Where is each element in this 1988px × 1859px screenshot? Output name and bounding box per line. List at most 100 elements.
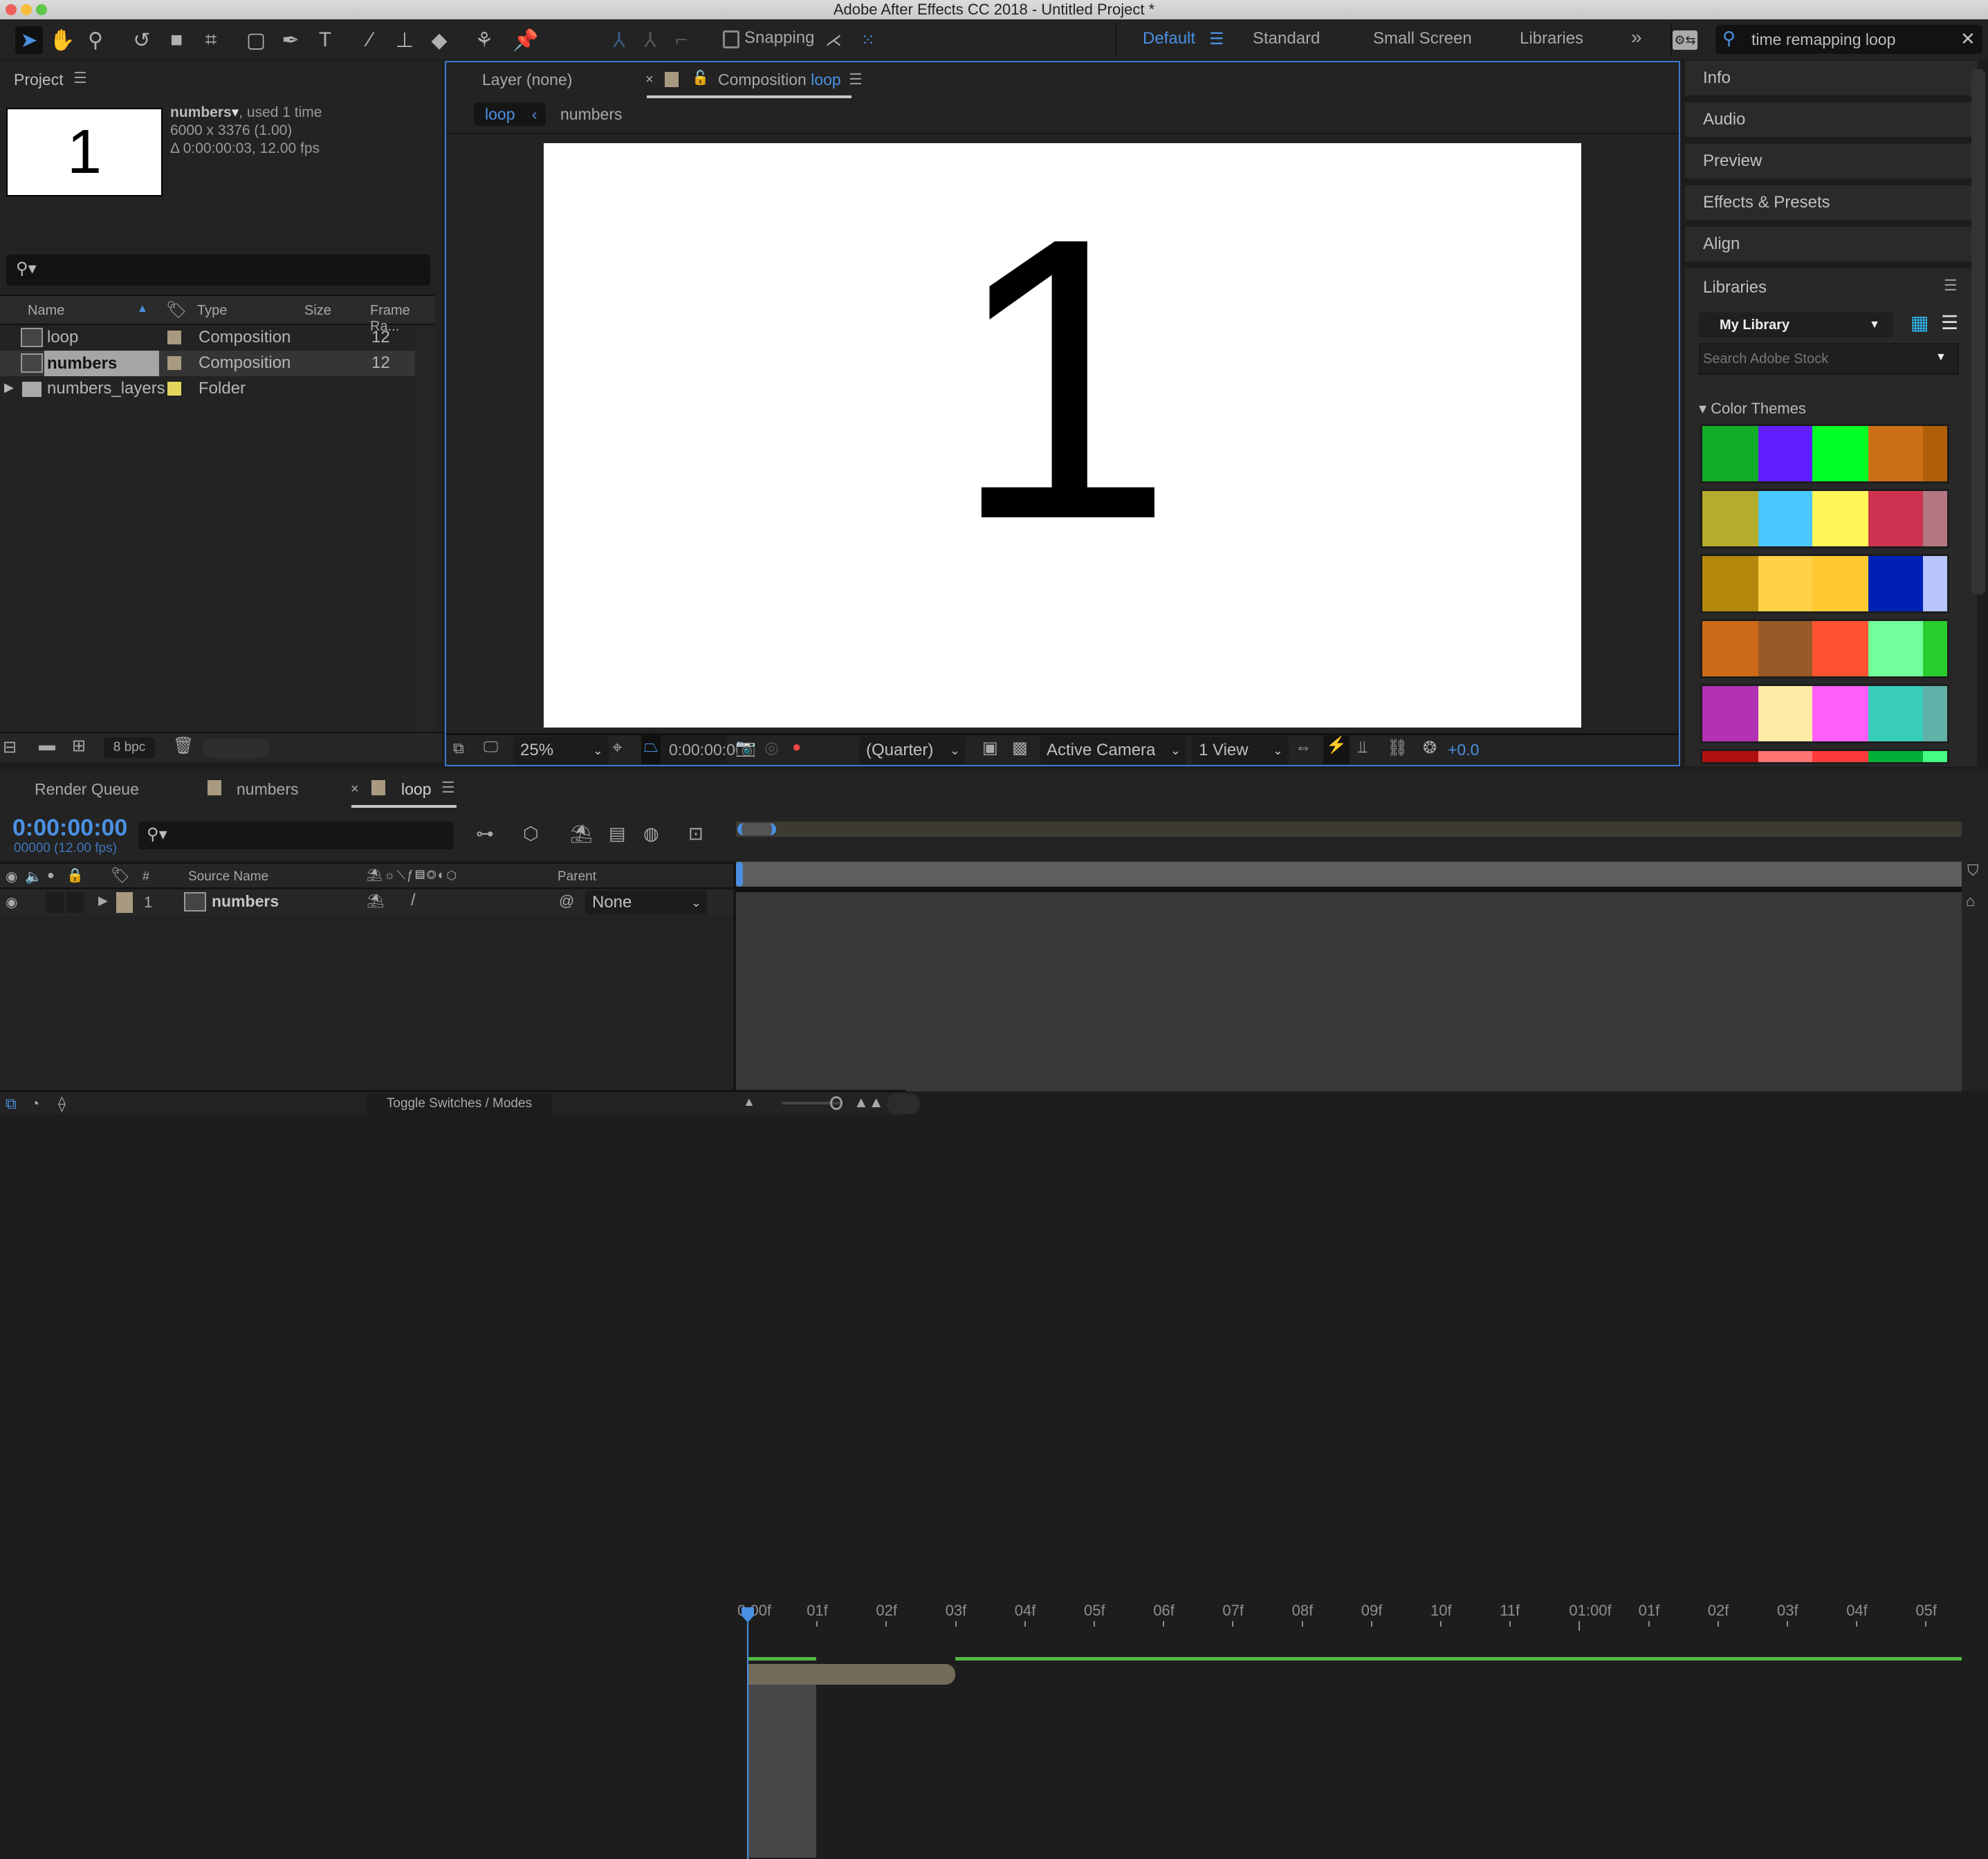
color-theme[interactable]	[1700, 684, 1949, 743]
zoom-in-icon[interactable]: ▲▲	[854, 1093, 884, 1111]
playhead-handle[interactable]	[742, 1607, 754, 1622]
info-dropdown-icon[interactable]: ▾	[232, 104, 239, 120]
trash-icon[interactable]: 🗑	[173, 736, 194, 756]
composition-canvas[interactable]: 1	[544, 143, 1581, 728]
resolution-dropdown[interactable]: (Quarter) ⌄	[859, 737, 966, 764]
region-of-interest-icon[interactable]: ▣	[982, 738, 998, 758]
column-name[interactable]: Name	[28, 303, 64, 319]
expand-folder-icon[interactable]: ▶	[4, 380, 14, 395]
pickwhip-icon[interactable]: @	[559, 892, 574, 910]
column-size[interactable]: Size	[304, 303, 331, 319]
snap-feature-icon[interactable]: ⋌	[820, 26, 847, 54]
project-scrollbar[interactable]	[415, 325, 434, 754]
pen-tool-icon[interactable]: ✒	[277, 26, 304, 54]
draft-3d-icon[interactable]: ⬡	[523, 823, 539, 844]
expand-layer-icon[interactable]: ▶	[98, 894, 108, 908]
panel-menu-icon[interactable]: ☰	[441, 779, 455, 797]
sync-settings-icon[interactable]: ⚙⇆	[1673, 30, 1697, 50]
minimize-window-button[interactable]	[21, 4, 32, 15]
close-tab-icon[interactable]: ×	[351, 781, 359, 797]
close-tab-icon[interactable]: ×	[645, 72, 654, 88]
composition-mini-flowchart-icon[interactable]: ⊶	[476, 823, 494, 844]
layer-switches-pane-icon[interactable]: ⧉	[6, 1095, 17, 1113]
exposure-icon[interactable]: ❂	[1423, 738, 1437, 758]
clone-stamp-tool-icon[interactable]: ⊥	[391, 26, 418, 54]
color-theme[interactable]	[1700, 619, 1949, 678]
world-axis-icon[interactable]: ⅄	[636, 26, 664, 54]
libraries-title[interactable]: Libraries	[1703, 278, 1767, 297]
project-item-loop[interactable]: loop Composition 12 ⛓	[0, 325, 437, 351]
shy-switch-icon[interactable]: ⛱	[367, 892, 384, 909]
search-options-icon[interactable]: ▼	[1935, 351, 1946, 364]
lock-icon[interactable]: 🔓	[692, 69, 709, 86]
tab-render-queue[interactable]: Render Queue	[35, 780, 139, 799]
label-color-swatch[interactable]	[167, 382, 181, 396]
parent-dropdown[interactable]: None ⌄	[585, 891, 707, 914]
layer-row[interactable]: ◉ ▶ 1 numbers ⛱ / @ None ⌄	[0, 889, 736, 916]
solo-switch-icon[interactable]: ●	[47, 868, 55, 882]
panel-align[interactable]: Align	[1685, 227, 1977, 267]
project-panel-title[interactable]: Project	[14, 71, 64, 89]
maximize-window-button[interactable]	[36, 4, 47, 15]
mask-visibility-icon[interactable]: ⏢	[641, 735, 661, 764]
local-axis-icon[interactable]: ⅄	[605, 26, 633, 54]
tab-numbers[interactable]: numbers	[237, 780, 298, 799]
color-theme[interactable]	[1700, 424, 1949, 483]
project-item-numbers-layers[interactable]: ▶ numbers_layers Folder	[0, 376, 415, 402]
always-preview-icon[interactable]: ⧉	[453, 739, 464, 757]
tab-loop[interactable]: loop	[401, 780, 431, 799]
color-theme[interactable]	[1700, 554, 1949, 613]
list-view-icon[interactable]: ☰	[1941, 311, 1958, 334]
video-switch-icon[interactable]: ◉	[6, 868, 17, 885]
workspace-menu-icon[interactable]: ☰	[1209, 29, 1224, 49]
zoom-out-icon[interactable]: ▲	[743, 1095, 755, 1109]
camera-view-dropdown[interactable]: Active Camera ⌄	[1040, 737, 1186, 764]
panel-info[interactable]: Info	[1685, 61, 1977, 101]
motion-blur-icon[interactable]: ◍	[643, 823, 659, 844]
layer-name[interactable]: numbers	[212, 892, 279, 911]
library-dropdown[interactable]: My Library ▼	[1699, 313, 1893, 337]
tab-layer[interactable]: Layer (none)	[482, 71, 572, 89]
rotate-tool-icon[interactable]: ↺	[128, 26, 156, 54]
frame-blending-icon[interactable]: ▤	[609, 823, 626, 844]
workspace-overflow-icon[interactable]: »	[1631, 26, 1642, 48]
view-axis-icon[interactable]: ⌐	[668, 26, 695, 54]
workspace-libraries[interactable]: Libraries	[1520, 29, 1583, 48]
panel-audio[interactable]: Audio	[1685, 102, 1977, 142]
stock-search-input[interactable]: Search Adobe Stock ▼	[1699, 343, 1959, 375]
panel-menu-icon[interactable]: ☰	[1944, 277, 1958, 295]
interpret-footage-icon[interactable]: ⊟	[3, 737, 17, 757]
fast-previews-icon[interactable]: ⚡	[1323, 735, 1350, 764]
workspace-standard[interactable]: Standard	[1253, 29, 1320, 48]
breadcrumb-loop[interactable]: loop ‹	[474, 102, 546, 126]
toggle-pixel-aspect-icon[interactable]: ⇔	[1295, 738, 1311, 757]
panel-effects-presets[interactable]: Effects & Presets	[1685, 185, 1977, 225]
column-source-name[interactable]: Source Name	[188, 869, 268, 885]
audio-switch-icon[interactable]: 🔈	[25, 868, 42, 885]
project-item-numbers[interactable]: numbers Composition 12	[0, 351, 415, 376]
work-area-bar[interactable]	[736, 862, 1962, 887]
solo-toggle[interactable]	[46, 892, 64, 913]
time-navigator-handle[interactable]	[737, 823, 776, 835]
help-search-input[interactable]: ⚲ time remapping loop ✕	[1715, 25, 1982, 54]
timeline-horizontal-scroll[interactable]	[887, 1093, 920, 1114]
rectangle-tool-icon[interactable]: ▢	[242, 26, 270, 54]
snap-edges-icon[interactable]: ⁙	[854, 26, 882, 54]
project-search-input[interactable]: ⚲▾	[6, 255, 430, 286]
monitor-icon[interactable]: 🖵	[484, 738, 498, 756]
color-themes-header[interactable]: ▾ Color Themes	[1699, 400, 1806, 418]
toggle-switches-modes-button[interactable]: Toggle Switches / Modes	[367, 1093, 552, 1114]
graph-editor-icon[interactable]: ⊡	[688, 823, 703, 844]
eraser-tool-icon[interactable]: ◆	[425, 26, 453, 54]
lock-switch-icon[interactable]: 🔒	[66, 867, 84, 884]
brush-tool-icon[interactable]: ⁄	[356, 26, 384, 54]
panel-menu-icon[interactable]: ☰	[849, 71, 863, 89]
show-snapshot-icon[interactable]: ◎	[764, 738, 779, 758]
label-color-swatch[interactable]	[167, 331, 181, 344]
current-time-indicator[interactable]	[747, 1607, 748, 1859]
magnification-dropdown[interactable]: 25% ⌄	[513, 737, 609, 764]
breadcrumb-numbers[interactable]: numbers	[560, 105, 622, 124]
hide-shy-layers-icon[interactable]: ⛱	[570, 823, 593, 844]
channel-icon[interactable]: ●	[792, 738, 801, 756]
color-theme[interactable]	[1700, 489, 1949, 548]
